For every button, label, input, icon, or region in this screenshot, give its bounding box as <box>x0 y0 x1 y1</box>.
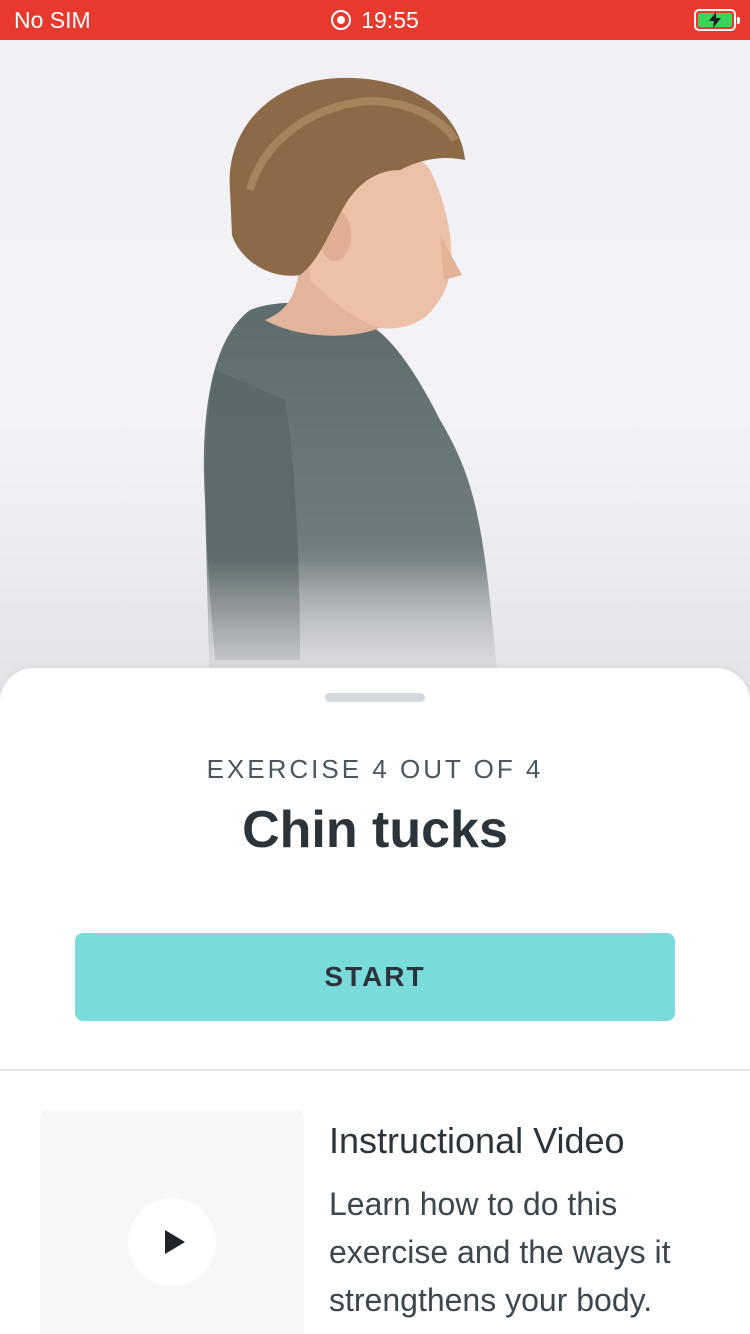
status-bar: No SIM 19:55 <box>0 0 750 40</box>
person-illustration <box>0 77 750 700</box>
section-divider <box>0 1069 750 1071</box>
screen-record-icon <box>331 10 352 30</box>
play-button[interactable] <box>128 1198 216 1286</box>
exercise-sheet: EXERCISE 4 OUT OF 4 Chin tucks START Ins… <box>0 668 750 1334</box>
video-description: Learn how to do this exercise and the wa… <box>329 1186 671 1318</box>
exercise-title: Chin tucks <box>242 801 508 859</box>
instructional-video-thumbnail[interactable] <box>40 1110 304 1334</box>
exercise-counter: EXERCISE 4 OUT OF 4 <box>206 754 544 784</box>
play-icon <box>165 1230 185 1254</box>
status-time: 19:55 <box>361 6 419 33</box>
sheet-grabber-handle[interactable] <box>325 693 425 702</box>
start-button[interactable]: START <box>75 933 675 1021</box>
battery-charging-icon <box>694 9 740 31</box>
status-center: 19:55 <box>0 0 750 40</box>
exercise-hero-image <box>0 40 750 700</box>
video-title: Instructional Video <box>329 1120 625 1161</box>
carrier-label: No SIM <box>14 6 91 33</box>
